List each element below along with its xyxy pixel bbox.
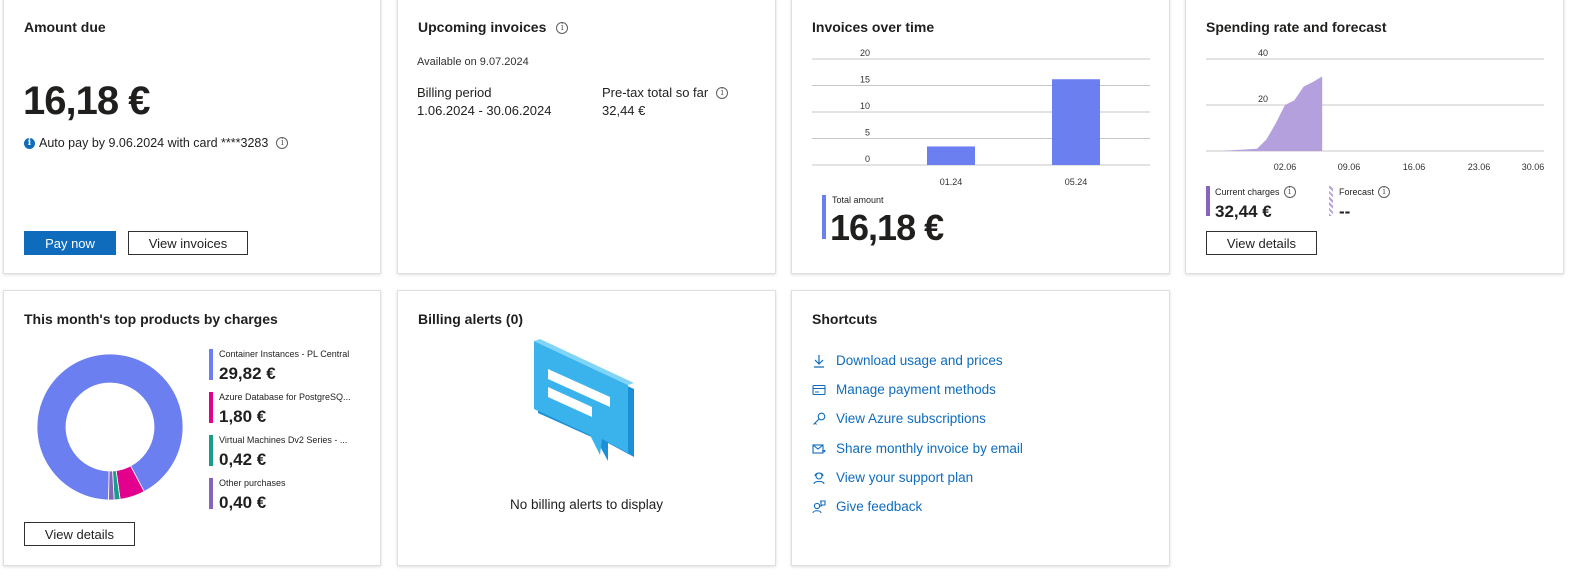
current-charges-swatch	[1206, 186, 1210, 216]
billing-period-label: Billing period	[417, 85, 492, 100]
invoices-chart: 0 5 10 15 20 01.24 05.24	[812, 48, 1150, 187]
x-tick-label: 01.24	[940, 177, 963, 187]
forecast-label-row: Forecast i	[1339, 186, 1391, 198]
invoices-over-time-card: Invoices over time 0 5 10 15 20 01.24 05.24 To…	[791, 0, 1170, 274]
view-details-button[interactable]: View details	[1206, 231, 1317, 255]
shortcut-azure-subscriptions[interactable]: View Azure subscriptions	[812, 411, 986, 426]
spending-chart: 0204002.0609.0616.0623.0630.06	[1206, 48, 1545, 172]
autopay-text: Auto pay by 9.06.2024 with card ****3283	[39, 136, 269, 150]
y-tick-label: 20	[1258, 94, 1268, 104]
current-charges-label-row: Current charges i	[1215, 186, 1296, 198]
current-charges-label: Current charges	[1215, 187, 1280, 197]
support-person-icon	[813, 471, 825, 484]
amount-due-card: Amount due 16,18 € i Auto pay by 9.06.20…	[3, 0, 381, 274]
x-tick-label: 16.06	[1403, 162, 1426, 172]
current-charges-value: 32,44 €	[1215, 202, 1272, 221]
bar[interactable]	[927, 146, 975, 165]
product-name: Virtual Machines Dv2 Series - ...	[219, 435, 348, 445]
spend-area[interactable]	[1219, 76, 1323, 151]
spending-rate-card: Spending rate and forecast 0204002.0609.…	[1185, 0, 1564, 274]
info-filled-icon: i	[24, 137, 35, 149]
product-legend-swatch	[209, 478, 213, 509]
shortcut-give-feedback[interactable]: Give feedback	[812, 499, 922, 514]
shortcut-label[interactable]: Manage payment methods	[836, 382, 996, 397]
product-name: Other purchases	[219, 478, 286, 488]
x-tick-label: 05.24	[1065, 177, 1088, 187]
forecast-swatch	[1329, 186, 1333, 216]
forecast-label: Forecast	[1339, 187, 1375, 197]
total-amount-legend-swatch	[822, 195, 826, 239]
x-tick-label: 09.06	[1338, 162, 1361, 172]
amount-due-value: 16,18 €	[23, 79, 150, 123]
shortcuts-card: Shortcuts Download usage and prices Mana…	[791, 290, 1170, 566]
key-icon	[813, 412, 826, 425]
product-name: Container Instances - PL Central	[219, 349, 350, 359]
shortcut-label[interactable]: View Azure subscriptions	[836, 411, 986, 426]
shortcut-payment-methods[interactable]: Manage payment methods	[812, 382, 996, 397]
y-tick-label: 5	[865, 128, 870, 138]
x-tick-label: 23.06	[1468, 162, 1491, 172]
total-amount-value: 16,18 €	[830, 207, 944, 248]
view-invoices-button[interactable]: View invoices	[128, 231, 248, 255]
x-tick-label: 30.06	[1522, 162, 1545, 172]
empty-alerts-text: No billing alerts to display	[509, 497, 664, 512]
shortcut-download-usage[interactable]: Download usage and prices	[812, 353, 1003, 368]
shortcut-label[interactable]: Download usage and prices	[836, 353, 1003, 368]
product-value: 0,42 €	[219, 450, 267, 469]
pretax-value: 32,44 €	[602, 103, 646, 118]
billing-alerts-card: Billing alerts (0) No billing alerts to …	[397, 290, 776, 566]
bar[interactable]	[1052, 79, 1100, 165]
mail-share-icon	[812, 443, 826, 454]
upcoming-invoices-card: Upcoming invoices i Available on 9.07.20…	[397, 0, 776, 274]
product-value: 29,82 €	[219, 364, 276, 383]
y-tick-label: 10	[860, 101, 870, 111]
pay-now-button[interactable]: Pay now	[24, 231, 116, 255]
shortcut-share-invoice[interactable]: Share monthly invoice by email	[812, 441, 1023, 456]
download-icon	[814, 354, 824, 368]
pretax-label-row: Pre-tax total so far i	[602, 85, 729, 100]
chat-bubble-illustration-icon	[534, 339, 634, 461]
shortcut-label[interactable]: Give feedback	[836, 499, 922, 514]
product-legend-swatch	[209, 435, 213, 466]
product-value: 1,80 €	[219, 407, 267, 426]
donut-chart	[36, 353, 184, 501]
upcoming-invoices-heading: Upcoming invoices i	[418, 19, 569, 35]
y-tick-label: 20	[860, 48, 870, 58]
product-legend-swatch	[209, 392, 213, 423]
pretax-label: Pre-tax total so far	[602, 85, 709, 100]
shortcut-support-plan[interactable]: View your support plan	[812, 470, 973, 485]
info-icon[interactable]: i	[276, 137, 289, 149]
available-date: Available on 9.07.2024	[417, 56, 529, 68]
forecast-value: --	[1339, 202, 1351, 221]
feedback-person-icon	[812, 499, 826, 513]
product-legend-swatch	[209, 349, 213, 380]
total-amount-label: Total amount	[832, 195, 884, 205]
y-tick-label: 0	[865, 154, 870, 164]
billing-alerts-title: Billing alerts (0)	[418, 311, 524, 327]
info-icon[interactable]: i	[1283, 186, 1296, 198]
x-tick-label: 02.06	[1274, 162, 1297, 172]
shortcut-label[interactable]: Share monthly invoice by email	[836, 441, 1023, 456]
product-name: Azure Database for PostgreSQ...	[219, 392, 351, 402]
top-products-card: This month's top products by charges Con…	[3, 290, 381, 566]
shortcuts-title: Shortcuts	[812, 311, 878, 327]
autopay-row: i Auto pay by 9.06.2024 with card ****32…	[24, 136, 289, 150]
product-value: 0,40 €	[219, 493, 267, 512]
info-icon[interactable]: i	[556, 22, 569, 35]
info-icon[interactable]: i	[1378, 186, 1391, 198]
y-tick-label: 15	[860, 75, 870, 85]
top-products-title: This month's top products by charges	[24, 311, 278, 327]
upcoming-invoices-title: Upcoming invoices	[418, 19, 547, 35]
billing-period-value: 1.06.2024 - 30.06.2024	[417, 103, 552, 118]
y-tick-label: 40	[1258, 48, 1268, 58]
shortcut-label[interactable]: View your support plan	[836, 470, 973, 485]
amount-due-title: Amount due	[24, 19, 106, 35]
info-icon[interactable]: i	[716, 86, 729, 99]
view-details-button[interactable]: View details	[24, 522, 135, 546]
payment-card-icon	[812, 384, 826, 395]
